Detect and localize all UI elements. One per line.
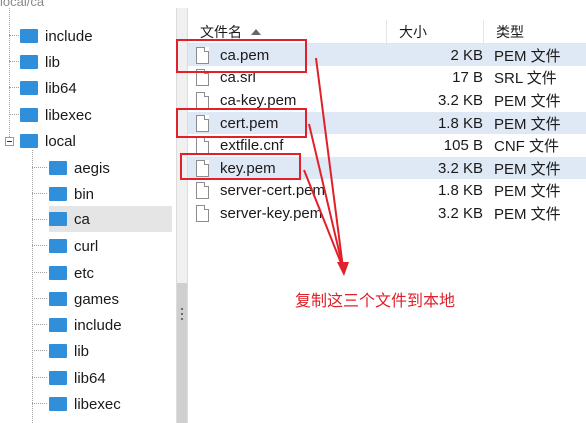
annotation-arrows bbox=[303, 57, 349, 276]
annotation-note: 复制这三个文件到本地 bbox=[295, 293, 456, 310]
file-manager-window: local/ca include lib lib64 libexec local… bbox=[0, 0, 586, 423]
arrowhead-icon bbox=[337, 262, 349, 276]
